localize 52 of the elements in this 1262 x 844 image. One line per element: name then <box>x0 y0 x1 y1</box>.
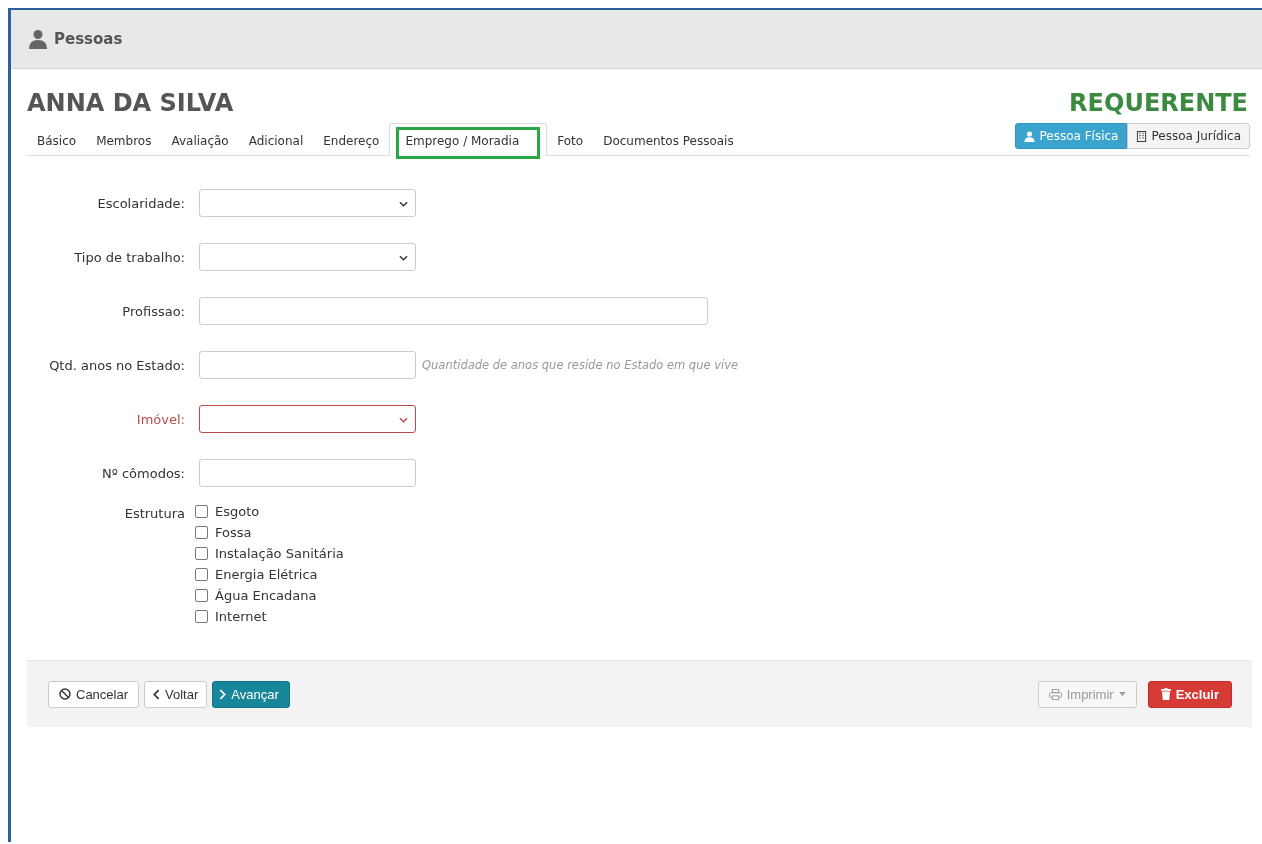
checkbox-label: Fossa <box>215 525 252 540</box>
checkbox[interactable] <box>195 610 208 623</box>
tab[interactable]: Adicional <box>238 123 314 156</box>
checkbox[interactable] <box>195 505 208 518</box>
ban-icon <box>59 688 71 700</box>
footer-button[interactable]: Avançar <box>212 680 290 708</box>
chevron-down-icon <box>399 201 408 207</box>
user-icon <box>28 29 48 49</box>
caret-icon <box>1118 692 1126 696</box>
page-title: Pessoas <box>54 30 123 48</box>
checkbox[interactable] <box>195 589 208 602</box>
person-name: ANNA DA SILVA <box>27 89 234 117</box>
tab[interactable]: Documentos Pessoais <box>593 123 744 156</box>
field-label: Nº cômodos: <box>100 465 186 481</box>
person-type-button[interactable]: Pessoa Jurídica <box>1127 123 1250 149</box>
chevron-right-icon <box>219 688 227 700</box>
role-label: REQUERENTE <box>1069 89 1248 117</box>
tab[interactable]: Foto <box>547 123 594 156</box>
input-field[interactable] <box>199 459 416 487</box>
checkbox-label: Energia Elétrica <box>215 567 318 582</box>
field-label: Profissao: <box>121 303 186 319</box>
field-label: Qtd. anos no Estado: <box>48 357 186 373</box>
field-label: Escolaridade: <box>96 195 186 211</box>
tab[interactable]: Avaliação <box>161 123 239 156</box>
tab[interactable]: Endereço <box>313 123 390 156</box>
footer-button[interactable]: Cancelar <box>48 680 140 708</box>
checkbox-label: Água Encadana <box>215 588 317 603</box>
trash-icon <box>1160 688 1171 700</box>
checkbox-label: Esgoto <box>215 504 260 519</box>
building-icon <box>1136 130 1148 142</box>
field-label: Tipo de trabalho: <box>73 249 186 265</box>
printer-icon <box>1048 688 1062 700</box>
tab[interactable]: Básico <box>27 123 87 156</box>
footer-button[interactable]: Excluir <box>1147 680 1232 708</box>
chevron-down-icon <box>399 255 408 261</box>
checkbox-label: Instalação Sanitária <box>215 546 344 561</box>
checkbox[interactable] <box>195 526 208 539</box>
user-icon <box>1024 130 1036 142</box>
field-hint: Quantidade de anos que reside no Estado em que vive <box>422 358 739 372</box>
field-label: Imóvel: <box>135 411 186 427</box>
footer-button[interactable]: Voltar <box>144 680 208 708</box>
checkbox[interactable] <box>195 568 208 581</box>
field-label: Estrutura <box>123 505 186 521</box>
input-field[interactable] <box>199 351 416 379</box>
tab[interactable]: Emprego / Moradia <box>389 123 548 156</box>
chevron-down-icon <box>399 417 408 423</box>
chevron-left-icon <box>153 688 161 700</box>
select-field[interactable] <box>199 405 416 433</box>
tab[interactable]: Membros <box>86 123 162 156</box>
checkbox[interactable] <box>195 547 208 560</box>
input-field[interactable] <box>199 297 708 325</box>
checkbox-label: Internet <box>215 609 267 624</box>
